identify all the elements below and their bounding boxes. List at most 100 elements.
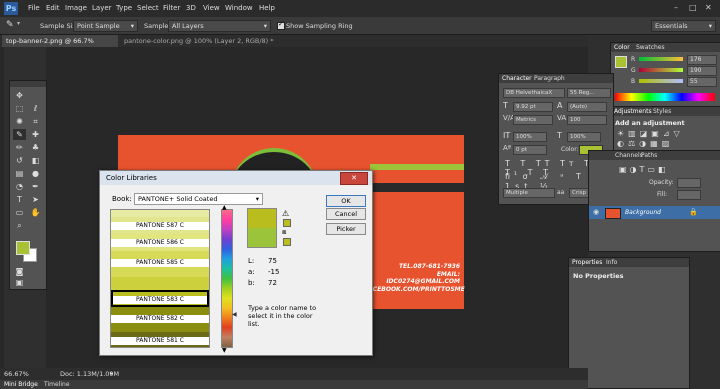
language-select[interactable]: Multiple: [503, 188, 555, 198]
adjustment-icons-row-2[interactable]: ◐⚖◑▦▨: [617, 139, 673, 148]
g-value[interactable]: 190: [687, 66, 717, 76]
marquee-tool-icon[interactable]: ⬚: [13, 103, 26, 114]
tab-character[interactable]: Character: [502, 75, 532, 82]
layer-filter-icons[interactable]: ▣◑T▭◧: [619, 165, 669, 174]
tab-pantone-color[interactable]: pantone-color.png @ 100% (Layer 2, RGB/8…: [120, 35, 278, 57]
eyedropper-icon[interactable]: ✎: [6, 20, 14, 30]
crop-tool-icon[interactable]: ⌗: [29, 116, 42, 127]
dialog-title-bar[interactable]: Color Libraries ✕: [100, 171, 372, 185]
leading-input[interactable]: (Auto): [567, 102, 607, 112]
quick-select-tool-icon[interactable]: ✺: [13, 116, 26, 127]
list-item[interactable]: PANTONE 585 C: [111, 251, 209, 277]
spectrum-up-icon[interactable]: ▲: [222, 204, 227, 211]
dodge-tool-icon[interactable]: ◔: [13, 181, 26, 192]
list-item[interactable]: [111, 277, 209, 290]
baseline-shift-input[interactable]: 0 pt: [513, 145, 547, 155]
horizontal-scale-input[interactable]: 100%: [567, 132, 601, 142]
kerning-input[interactable]: Metrics: [513, 115, 553, 125]
tab-timeline[interactable]: Timeline: [44, 381, 70, 388]
close-window-icon[interactable]: ✕: [705, 3, 714, 12]
r-slider[interactable]: [639, 57, 683, 61]
menu-image[interactable]: Image: [65, 4, 87, 12]
font-size-input[interactable]: 9.92 pt: [513, 102, 553, 112]
list-item-selected[interactable]: PANTONE 583 C: [111, 290, 209, 307]
ok-button[interactable]: OK: [326, 195, 366, 207]
vertical-scale-input[interactable]: 100%: [513, 132, 547, 142]
clone-stamp-tool-icon[interactable]: ♣: [29, 142, 42, 153]
path-selection-tool-icon[interactable]: ➤: [29, 194, 42, 205]
menu-filter[interactable]: Filter: [163, 4, 180, 12]
pen-tool-icon[interactable]: ✒: [29, 181, 42, 192]
tab-color[interactable]: Color: [614, 44, 630, 51]
tab-properties[interactable]: Properties: [572, 259, 602, 266]
sample-select[interactable]: All Layers ▾: [168, 20, 271, 32]
gamut-swatch[interactable]: [283, 219, 291, 227]
list-item[interactable]: PANTONE 582 C: [111, 307, 209, 332]
screen-mode-icon[interactable]: ▣: [13, 277, 26, 288]
menu-3d[interactable]: 3D: [186, 4, 196, 12]
eyedropper-tool-icon[interactable]: ✎: [13, 129, 26, 140]
tab-paragraph[interactable]: Paragraph: [534, 75, 565, 82]
show-sampling-ring-checkbox[interactable]: ✓: [277, 20, 285, 30]
opacity-input[interactable]: [677, 178, 701, 188]
history-brush-tool-icon[interactable]: ↺: [13, 155, 26, 166]
hand-tool-icon[interactable]: ✋: [29, 207, 42, 218]
web-safe-cube-icon[interactable]: ⧈: [282, 228, 286, 237]
swatch-list[interactable]: PANTONE 587 C PANTONE 586 C PANTONE 585 …: [110, 209, 210, 348]
menu-layer[interactable]: Layer: [92, 4, 112, 12]
menu-select[interactable]: Select: [137, 4, 159, 12]
type-tool-icon[interactable]: T: [13, 194, 26, 205]
menu-window[interactable]: Window: [225, 4, 253, 12]
cancel-button[interactable]: Cancel: [326, 208, 366, 220]
tab-mini-bridge[interactable]: Mini Bridge: [4, 381, 38, 388]
font-style-select[interactable]: 55 Reg...: [567, 88, 611, 98]
menu-help[interactable]: Help: [259, 4, 275, 12]
color-ramp[interactable]: [615, 93, 715, 101]
tab-swatches[interactable]: Swatches: [636, 44, 665, 51]
tab-adjustments[interactable]: Adjustments: [614, 108, 652, 115]
adjustment-icons-row-1[interactable]: ☀▥◪▣⊿▽: [617, 129, 684, 138]
menu-file[interactable]: File: [28, 4, 40, 12]
tool-preset-chevron-icon[interactable]: ▾: [17, 20, 20, 27]
fill-input[interactable]: [677, 190, 701, 200]
minimize-icon[interactable]: –: [674, 3, 683, 12]
tab-channels[interactable]: Channels: [615, 152, 643, 159]
list-item[interactable]: [111, 210, 209, 217]
spectrum-down-icon[interactable]: ▼: [222, 347, 227, 354]
maximize-icon[interactable]: □: [689, 3, 698, 12]
eraser-tool-icon[interactable]: ◧: [29, 155, 42, 166]
tab-top-banner[interactable]: top-banner-2.png @ 66.7% (RGB/8) ×: [2, 35, 118, 57]
font-family-select[interactable]: DB HelvethaicaX: [503, 88, 565, 98]
tab-styles[interactable]: Styles: [653, 108, 671, 115]
brush-tool-icon[interactable]: ✏: [13, 142, 26, 153]
menu-edit[interactable]: Edit: [46, 4, 60, 12]
visibility-eye-icon[interactable]: ◉: [593, 208, 599, 216]
tracking-input[interactable]: 100: [567, 115, 607, 125]
rectangle-tool-icon[interactable]: ▭: [13, 207, 26, 218]
blur-tool-icon[interactable]: ●: [29, 168, 42, 179]
hue-spectrum-slider[interactable]: [221, 209, 233, 348]
b-value[interactable]: 55: [687, 77, 717, 87]
list-item[interactable]: PANTONE 581 C: [111, 332, 209, 347]
zoom-level[interactable]: 66.67%: [4, 370, 29, 378]
b-slider[interactable]: [639, 79, 683, 83]
status-arrow-icon[interactable]: ▸: [110, 370, 113, 377]
tab-paths[interactable]: Paths: [641, 152, 657, 159]
spectrum-pointer-icon[interactable]: ◀: [232, 311, 237, 318]
dialog-close-button[interactable]: ✕: [340, 172, 368, 185]
r-value[interactable]: 176: [687, 55, 717, 65]
out-of-gamut-warning-icon[interactable]: ⚠: [282, 209, 289, 218]
tab-info[interactable]: Info: [606, 259, 617, 266]
lasso-tool-icon[interactable]: ℓ: [29, 103, 42, 114]
foreground-color-swatch[interactable]: [16, 241, 30, 255]
gradient-tool-icon[interactable]: ▤: [13, 168, 26, 179]
color-panel-foreground[interactable]: [615, 56, 627, 68]
menu-type[interactable]: Type: [116, 4, 132, 12]
workspace-select[interactable]: Essentials ▾: [651, 20, 716, 32]
list-item[interactable]: PANTONE 586 C: [111, 234, 209, 251]
layer-row-background[interactable]: ◉ Background 🔒: [589, 206, 720, 219]
healing-brush-tool-icon[interactable]: ✚: [29, 129, 42, 140]
g-slider[interactable]: [639, 68, 683, 72]
zoom-tool-icon[interactable]: ⌕: [13, 220, 26, 231]
tools-panel-header[interactable]: [10, 81, 46, 87]
